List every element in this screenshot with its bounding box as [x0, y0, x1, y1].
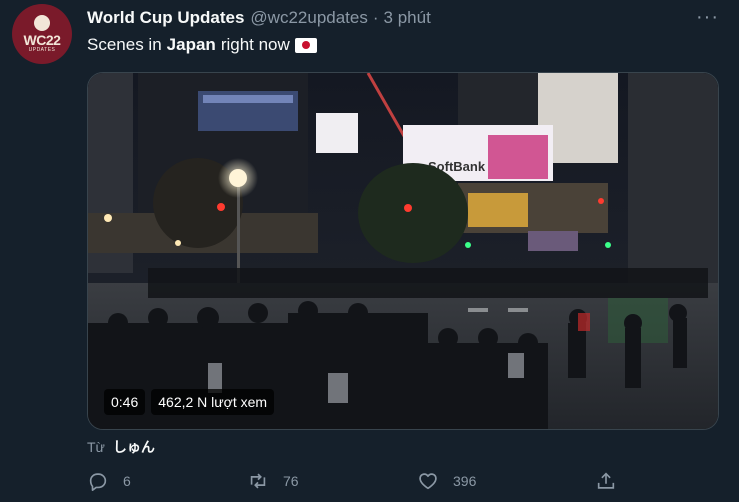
share-icon — [597, 472, 615, 489]
share-button[interactable] — [595, 470, 617, 492]
video-player[interactable]: SoftBank 0:46 462,2 N lượt xem — [87, 72, 719, 430]
tweet-text-after: right now — [220, 35, 290, 54]
tweet-text-before: Scenes in — [87, 35, 162, 54]
football-icon — [34, 14, 50, 31]
account-handle[interactable]: @wc22updates — [250, 8, 367, 28]
retweet-button[interactable]: 76 — [247, 470, 299, 492]
tweet-time[interactable]: 3 phút — [384, 8, 431, 28]
reply-count: 6 — [123, 473, 131, 489]
separator-dot: · — [372, 8, 379, 27]
like-button[interactable]: 396 — [417, 470, 476, 492]
account-name[interactable]: World Cup Updates — [87, 8, 244, 28]
avatar-text: WC22 — [23, 31, 61, 48]
tweet-header: World Cup Updates @wc22updates · 3 phút — [87, 8, 431, 28]
heart-icon — [419, 473, 437, 490]
video-overlay: 0:46 462,2 N lượt xem — [104, 389, 275, 415]
video-duration: 0:46 — [104, 389, 146, 415]
tweet-actions: 6 76 396 — [87, 470, 707, 494]
tweet-text: Scenes in Japan right now — [87, 35, 317, 55]
tweet-text-bold: Japan — [166, 35, 216, 54]
video-views: 462,2 N lượt xem — [151, 389, 275, 415]
avatar-subtext: UPDATES — [28, 46, 56, 53]
more-options-icon[interactable]: ··· — [696, 6, 719, 29]
japan-flag-icon — [294, 37, 317, 53]
avatar[interactable]: WC22 UPDATES — [12, 4, 72, 64]
video-frame: SoftBank — [88, 73, 718, 429]
retweet-icon — [250, 473, 266, 489]
source-prefix: Từ — [87, 439, 105, 455]
source-user[interactable]: しゅん — [113, 439, 155, 455]
retweet-count: 76 — [283, 473, 299, 489]
like-count: 396 — [453, 473, 477, 489]
reply-button[interactable]: 6 — [87, 470, 131, 492]
video-source: Từ しゅん — [87, 437, 155, 457]
reply-icon — [89, 473, 107, 491]
